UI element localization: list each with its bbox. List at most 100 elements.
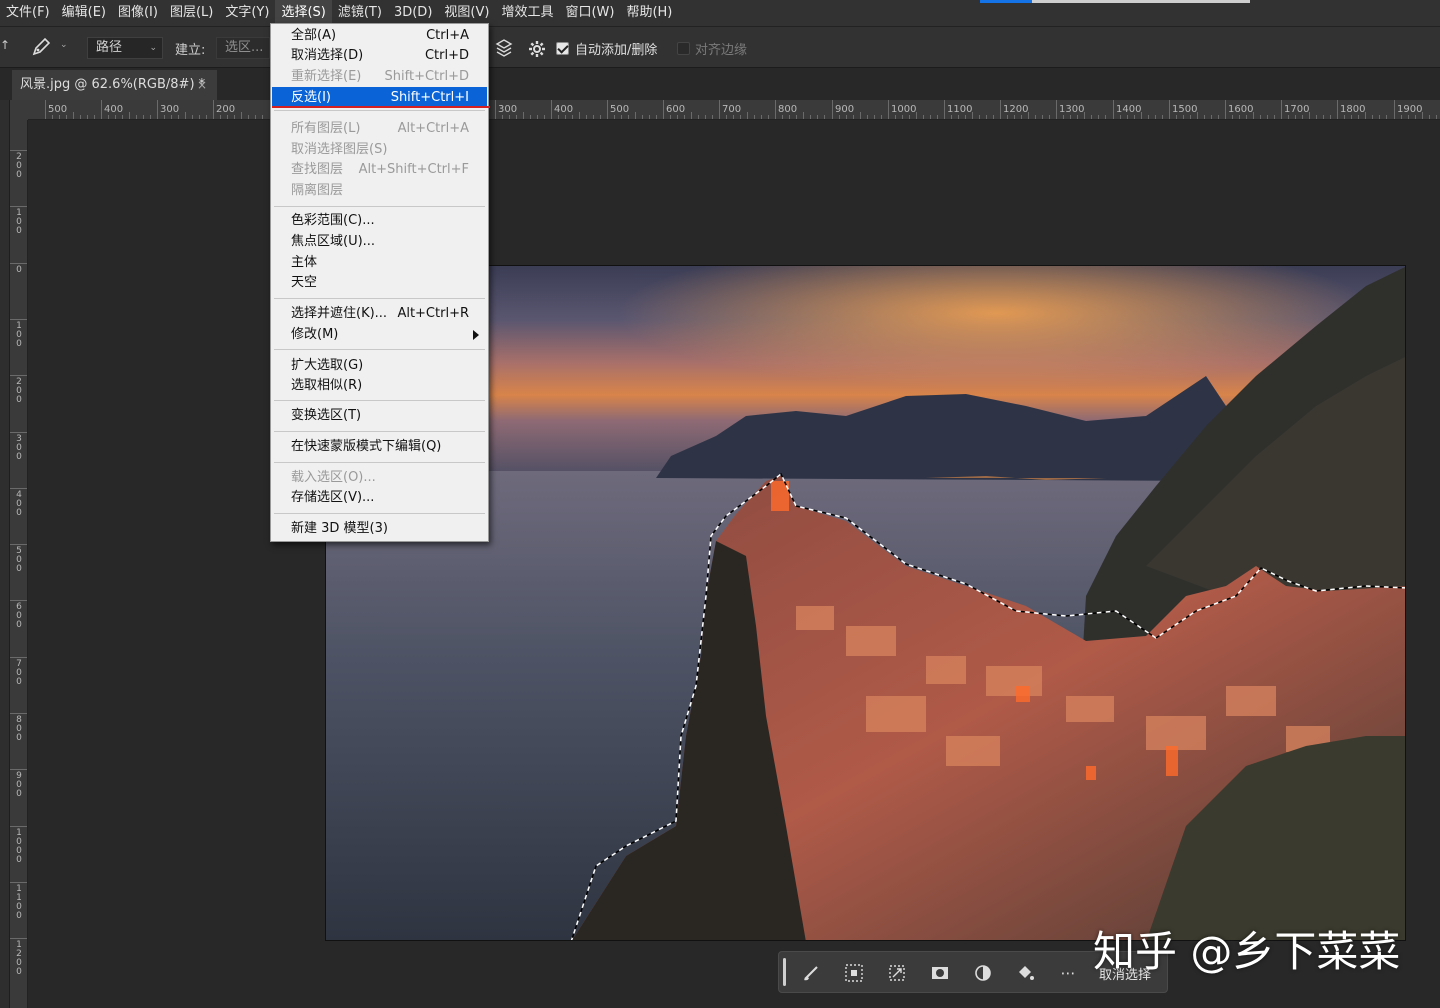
menu-item-label: 在快速蒙版模式下编辑(Q): [291, 439, 442, 454]
select-menu-item-20[interactable]: 新建 3D 模型(3): [272, 518, 487, 539]
menu-item-1[interactable]: 编辑(E): [56, 0, 112, 26]
ruler-h-minor-tick: [1330, 115, 1331, 119]
select-menu-item-9[interactable]: 焦点区域(U)...: [272, 231, 487, 252]
menu-item-0[interactable]: 文件(F): [0, 0, 56, 26]
ruler-h-minor-tick: [951, 115, 952, 119]
select-menu-item-17[interactable]: 在快速蒙版模式下编辑(Q): [272, 436, 487, 457]
ruler-h-minor-tick: [1274, 115, 1275, 119]
menu-separator: [274, 513, 485, 514]
ruler-h-minor-tick: [1408, 115, 1409, 119]
auto-add-delete-checkbox[interactable]: [556, 42, 569, 55]
fill-icon[interactable]: [1012, 960, 1038, 986]
ruler-h-tick: [775, 100, 776, 119]
ruler-h-minor-tick: [164, 115, 165, 119]
transform-selection-icon[interactable]: [884, 960, 910, 986]
menu-item-3[interactable]: 图层(L): [164, 0, 219, 26]
select-menu-item-19[interactable]: 存储选区(V)...: [272, 487, 487, 508]
menu-item-10[interactable]: 窗口(W): [559, 0, 620, 26]
menu-separator: [274, 431, 485, 432]
pen-tool-icon[interactable]: [30, 36, 54, 58]
ruler-h-minor-tick: [530, 115, 531, 119]
ruler-h-minor-tick: [1232, 115, 1233, 119]
ruler-h-minor-tick: [1267, 115, 1268, 119]
ruler-h-minor-tick: [1028, 112, 1029, 119]
ruler-h-minor-tick: [122, 115, 123, 119]
ruler-h-minor-tick: [143, 115, 144, 119]
menu-item-shortcut: Alt+Shift+Ctrl+F: [358, 162, 469, 177]
vertical-ruler[interactable]: 200 100 0 100 200 300 400 500 600 700 800 900 1000 11…: [10, 120, 28, 1008]
select-menu-item-1[interactable]: 取消选择(D) Ctrl+D: [272, 45, 487, 66]
ruler-v-label: 1100: [16, 883, 22, 921]
select-menu-item-8[interactable]: 色彩范围(C)...: [272, 210, 487, 231]
ruler-h-minor-tick: [768, 115, 769, 119]
menu-item-9[interactable]: 增效工具: [495, 0, 559, 26]
ruler-h-minor-tick: [705, 115, 706, 119]
make-selection-button[interactable]: 选区...: [216, 37, 270, 59]
ruler-h-tick: [1056, 100, 1057, 119]
select-menu-item-16[interactable]: 变换选区(T): [272, 405, 487, 426]
select-menu-item-3[interactable]: 反选(I) Shift+Ctrl+I: [272, 87, 487, 108]
menu-item-2[interactable]: 图像(I): [112, 0, 164, 26]
ruler-h-minor-tick: [1372, 115, 1373, 119]
mask-icon[interactable]: [927, 960, 953, 986]
ruler-h-minor-tick: [1211, 115, 1212, 119]
ruler-v-tick: [10, 318, 27, 320]
close-icon[interactable]: ×: [197, 70, 207, 100]
ruler-v-label: 0: [16, 264, 22, 275]
ruler-h-label: 1500: [1172, 104, 1198, 115]
ruler-h-minor-tick: [1035, 115, 1036, 119]
brush-select-icon[interactable]: [799, 960, 825, 986]
select-subject-icon[interactable]: [841, 960, 867, 986]
ruler-h-tick: [551, 100, 552, 119]
ruler-h-tick: [832, 100, 833, 119]
ruler-h-minor-tick: [698, 115, 699, 119]
ruler-h-minor-tick: [1070, 115, 1071, 119]
more-icon[interactable]: ⋯: [1055, 960, 1081, 986]
ruler-v-tick: [10, 825, 27, 827]
ruler-v-label: 600: [16, 602, 22, 631]
ruler-h-minor-tick: [66, 115, 67, 119]
ruler-h-minor-tick: [867, 115, 868, 119]
ruler-h-minor-tick: [642, 115, 643, 119]
align-edges-checkbox[interactable]: [677, 42, 690, 55]
select-menu-item-13[interactable]: 修改(M): [272, 324, 487, 345]
path-mode-value: 路径: [96, 40, 123, 55]
ruler-v-tick: [10, 206, 27, 208]
ruler-v-tick: [10, 881, 27, 883]
menu-item-11[interactable]: 帮助(H): [620, 0, 678, 26]
path-arrangement-icon[interactable]: [492, 36, 516, 60]
horizontal-ruler[interactable]: 500 400 300 200 300 400 500 600 700 800 900 1000 110…: [28, 100, 1440, 120]
ruler-v-label: 800: [16, 715, 22, 743]
ruler-h-minor-tick: [979, 115, 980, 119]
menu-item-shortcut: Ctrl+A: [426, 28, 469, 43]
ruler-h-minor-tick: [1429, 115, 1430, 119]
gear-icon[interactable]: [527, 39, 547, 59]
ruler-h-minor-tick: [740, 115, 741, 119]
ruler-h-minor-tick: [846, 115, 847, 119]
select-menu-item-11[interactable]: 天空: [272, 272, 487, 293]
ruler-h-tick: [1000, 100, 1001, 119]
select-menu-item-12[interactable]: 选择并遮住(K)... Alt+Ctrl+R: [272, 303, 487, 324]
ruler-h-minor-tick: [1162, 115, 1163, 119]
ruler-h-tick: [1113, 100, 1114, 119]
ruler-h-minor-tick: [586, 115, 587, 119]
chevron-down-icon: ⌄: [149, 43, 157, 53]
menu-item-label: 主体: [291, 255, 318, 270]
document-tab-bar: 风景.jpg @ 62.6%(RGB/8#) * ×: [0, 68, 1440, 100]
select-menu-item-14[interactable]: 扩大选取(G): [272, 355, 487, 376]
ruler-h-label: 800: [778, 104, 798, 115]
ruler-h-minor-tick: [1323, 115, 1324, 119]
ruler-h-minor-tick: [965, 115, 966, 119]
path-mode-select[interactable]: 路径 ⌄: [87, 37, 163, 59]
select-menu-item-10[interactable]: 主体: [272, 252, 487, 273]
task-bar-grip[interactable]: [783, 958, 786, 986]
ruler-v-tick: [10, 431, 27, 433]
ruler-h-minor-tick: [136, 115, 137, 119]
ruler-h-minor-tick: [1260, 115, 1261, 119]
document-tab[interactable]: 风景.jpg @ 62.6%(RGB/8#) * ×: [12, 70, 217, 100]
tool-preset-chevron-icon[interactable]: ⌄: [60, 40, 68, 50]
menu-item-4[interactable]: 文字(Y): [219, 0, 275, 26]
adjustment-icon[interactable]: [970, 960, 996, 986]
select-menu-item-15[interactable]: 选取相似(R): [272, 375, 487, 396]
select-menu-item-0[interactable]: 全部(A) Ctrl+A: [272, 25, 487, 46]
